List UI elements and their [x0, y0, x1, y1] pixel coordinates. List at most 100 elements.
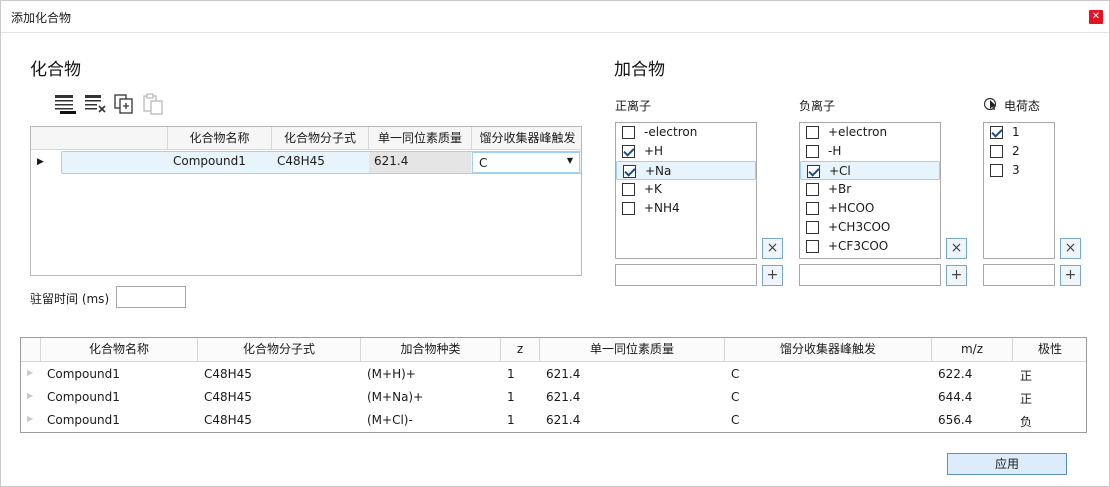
results-grid-corner: [21, 338, 41, 362]
negative-ion-item-label: +Cl: [829, 164, 851, 178]
negative-ion-input[interactable]: [799, 264, 941, 286]
negative-ion-item[interactable]: +Cl: [800, 161, 940, 180]
results-col-polarity-cell: 正: [1020, 392, 1033, 406]
results-col-z-cell: 1: [507, 413, 515, 427]
dwell-time-label: 驻留时间 (ms): [30, 292, 110, 306]
adduct-heading: 加合物: [614, 60, 665, 80]
charge-state-item-label: 3: [1012, 163, 1020, 177]
results-col-mz-cell: 644.4: [938, 390, 973, 404]
negative-ion-item[interactable]: -H: [800, 142, 940, 161]
negative-ion-checkbox[interactable]: [806, 183, 819, 196]
results-col-polarity-header[interactable]: 极性: [1013, 338, 1086, 362]
results-col-adduct-cell: (M+Cl)-: [367, 413, 413, 427]
copy-icon[interactable]: [112, 93, 136, 115]
results-col-mass-header[interactable]: 单一同位素质量: [540, 338, 725, 362]
negative-ion-list: +electron -H +Cl +Br +HCOO +CH3COO +CF3COO: [799, 122, 941, 259]
results-col-z-header[interactable]: z: [501, 338, 540, 362]
negative-ion-checkbox[interactable]: [806, 240, 819, 253]
results-row[interactable]: ▶ Compound1 C48H45 (M+Na)+ 1 621.4 C 644.4 正: [21, 386, 1086, 409]
results-col-formula-cell: C48H45: [204, 413, 252, 427]
charge-state-checkbox[interactable]: [990, 164, 1003, 177]
charge-state-item[interactable]: 1: [984, 123, 1054, 142]
delete-row-icon[interactable]: [83, 93, 107, 115]
col-compound-formula: 化合物分子式: [271, 127, 368, 150]
compound-name-cell[interactable]: Compound1: [173, 154, 246, 168]
positive-ion-item-label: +H: [644, 144, 664, 158]
row-indicator-icon: ▶: [27, 391, 34, 400]
charge-state-checkbox[interactable]: [990, 145, 1003, 158]
positive-ion-checkbox[interactable]: [622, 145, 635, 158]
results-col-name-cell: Compound1: [47, 413, 120, 427]
paste-icon[interactable]: [141, 93, 165, 115]
negative-ion-checkbox[interactable]: [807, 165, 820, 178]
compound-mass-cell: 621.4: [374, 154, 409, 168]
compound-formula-cell[interactable]: C48H45: [277, 154, 325, 168]
row-pointer-icon: ▶: [37, 157, 44, 167]
charge-state-item[interactable]: 3: [984, 161, 1054, 180]
dwell-time-input[interactable]: [116, 286, 186, 308]
positive-ion-item[interactable]: +H: [616, 142, 756, 161]
results-col-trigger-cell: C: [731, 413, 740, 427]
compound-heading: 化合物: [30, 60, 81, 80]
negative-ion-item[interactable]: +CF3COO: [800, 237, 940, 256]
results-col-z-cell: 1: [507, 390, 515, 404]
negative-ion-checkbox[interactable]: [806, 145, 819, 158]
charge-state-input[interactable]: [983, 264, 1055, 286]
close-button[interactable]: ✕: [1089, 10, 1103, 24]
negative-ion-item-label: +Br: [828, 182, 852, 196]
close-icon: ×: [950, 240, 963, 256]
remove-positive-button[interactable]: ×: [762, 238, 783, 259]
cursor-icon: [984, 97, 997, 111]
add-row-icon[interactable]: [53, 93, 77, 115]
row-indicator-icon: ▶: [27, 414, 34, 423]
negative-ion-item[interactable]: +CH3COO: [800, 218, 940, 237]
results-row[interactable]: ▶ Compound1 C48H45 (M+H)+ 1 621.4 C 622.4 正: [21, 363, 1086, 386]
fraction-trigger-dropdown[interactable]: C ▼: [472, 152, 580, 173]
charge-state-item[interactable]: 2: [984, 142, 1054, 161]
results-col-name-header[interactable]: 化合物名称: [41, 338, 198, 362]
positive-ion-item[interactable]: -electron: [616, 123, 756, 142]
results-col-mz-header[interactable]: m/z: [932, 338, 1013, 362]
chevron-down-icon: ▼: [566, 156, 573, 165]
charge-state-checkbox[interactable]: [990, 126, 1003, 139]
plus-icon: +: [1064, 267, 1077, 283]
col-compound-name: 化合物名称: [167, 127, 271, 150]
negative-ion-label: 负离子: [799, 99, 836, 113]
negative-ion-item[interactable]: +Br: [800, 180, 940, 199]
results-col-trigger-header[interactable]: 馏分收集器峰触发: [725, 338, 932, 362]
results-col-mass-cell: 621.4: [546, 367, 581, 381]
negative-ion-checkbox[interactable]: [806, 221, 819, 234]
negative-ion-item[interactable]: +HCOO: [800, 199, 940, 218]
col-monoisotopic-mass: 单一同位素质量: [368, 127, 471, 150]
remove-charge-button[interactable]: ×: [1060, 238, 1081, 259]
close-icon: ×: [766, 240, 779, 256]
charge-state-item-label: 2: [1012, 144, 1020, 158]
results-col-polarity-cell: 正: [1020, 369, 1033, 383]
results-col-formula-header[interactable]: 化合物分子式: [198, 338, 361, 362]
negative-ion-checkbox[interactable]: [806, 126, 819, 139]
positive-ion-item[interactable]: +Na: [616, 161, 756, 180]
positive-ion-checkbox[interactable]: [622, 202, 635, 215]
remove-negative-button[interactable]: ×: [946, 238, 967, 259]
results-col-trigger-cell: C: [731, 390, 740, 404]
negative-ion-checkbox[interactable]: [806, 202, 819, 215]
results-row[interactable]: ▶ Compound1 C48H45 (M+Cl)- 1 621.4 C 656.4 负: [21, 409, 1086, 432]
positive-ion-input[interactable]: [615, 264, 757, 286]
positive-ion-checkbox[interactable]: [623, 165, 636, 178]
positive-ion-checkbox[interactable]: [622, 126, 635, 139]
results-col-adduct-cell: (M+Na)+: [367, 390, 424, 404]
negative-ion-item[interactable]: +electron: [800, 123, 940, 142]
add-negative-button[interactable]: +: [946, 265, 967, 286]
apply-button[interactable]: 应用: [947, 453, 1067, 475]
add-charge-button[interactable]: +: [1060, 265, 1081, 286]
col-fraction-trigger: 馏分收集器峰触发: [471, 127, 581, 150]
positive-ion-checkbox[interactable]: [622, 183, 635, 196]
positive-ion-item[interactable]: +NH4: [616, 199, 756, 218]
fraction-trigger-value: C: [479, 156, 488, 170]
results-col-mass-cell: 621.4: [546, 390, 581, 404]
positive-ion-item[interactable]: +K: [616, 180, 756, 199]
results-col-adduct-header[interactable]: 加合物种类: [361, 338, 501, 362]
charge-state-list: 1 2 3: [983, 122, 1055, 259]
add-positive-button[interactable]: +: [762, 265, 783, 286]
charge-state-item-label: 1: [1012, 125, 1020, 139]
